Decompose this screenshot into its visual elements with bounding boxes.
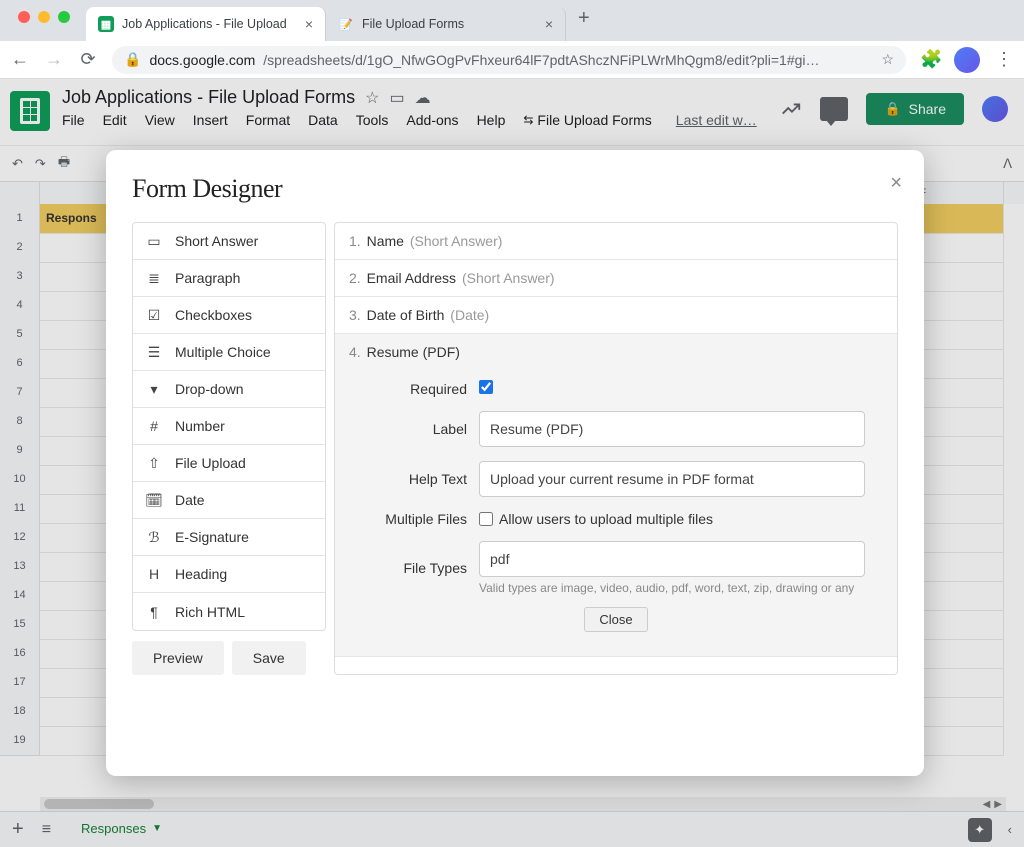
required-checkbox[interactable]	[479, 380, 493, 394]
palette-icon: ≣	[145, 269, 163, 287]
form-designer-dialog: Form Designer × ▭ Short Answer ≣ Paragraph ☑…	[106, 150, 924, 776]
fullscreen-window-button[interactable]	[58, 11, 70, 23]
label-label: Label	[367, 421, 467, 437]
palette-item[interactable]: ℬ E-Signature	[133, 519, 325, 556]
palette-item[interactable]: ¶ Rich HTML	[133, 593, 325, 630]
field-item[interactable]: 2. Email Address (Short Answer)	[335, 260, 897, 297]
multifiles-label: Multiple Files	[367, 511, 467, 527]
extensions-icon[interactable]: 🧩	[920, 49, 940, 70]
file-types-hint: Valid types are image, video, audio, pdf…	[479, 581, 865, 595]
close-window-button[interactable]	[18, 11, 30, 23]
tab-title: File Upload Forms	[362, 17, 464, 31]
palette-icon: ☰	[145, 343, 163, 361]
tab-close-icon[interactable]: ×	[305, 16, 313, 32]
window-controls	[18, 11, 70, 23]
help-text-input[interactable]	[479, 461, 865, 497]
address-bar: ← → ⟳ 🔒 docs.google.com /spreadsheets/d/…	[0, 41, 1024, 79]
palette-item[interactable]: ≣ Paragraph	[133, 260, 325, 297]
field-item[interactable]: 1. Name (Short Answer)	[335, 223, 897, 260]
browser-tabstrip: ▦ Job Applications - File Upload × 📝 Fil…	[0, 0, 1024, 41]
palette-item[interactable]: ☑ Checkboxes	[133, 297, 325, 334]
required-label: Required	[367, 381, 467, 397]
palette-item[interactable]: ☰ Multiple Choice	[133, 334, 325, 371]
palette-icon: ▾	[145, 380, 163, 398]
palette-label: File Upload	[175, 455, 246, 471]
palette-icon: 🗓	[145, 491, 163, 509]
palette-label: Paragraph	[175, 270, 240, 286]
palette-item[interactable]: ▭ Short Answer	[133, 223, 325, 260]
field-item-active[interactable]: 4. Resume (PDF) Required Label Help Text	[335, 334, 897, 657]
field-label-input[interactable]	[479, 411, 865, 447]
palette-icon: ¶	[145, 603, 163, 621]
star-icon[interactable]: ☆	[881, 51, 894, 68]
tab-close-icon[interactable]: ×	[545, 16, 553, 32]
palette-icon: ▭	[145, 232, 163, 250]
multiple-files-checkbox[interactable]	[479, 512, 493, 526]
palette-icon: H	[145, 565, 163, 583]
menu-icon[interactable]: ⋮	[994, 49, 1014, 70]
dialog-close-button[interactable]: ×	[890, 172, 902, 195]
field-type-palette: ▭ Short Answer ≣ Paragraph ☑ Checkboxes ☰ Multi…	[132, 222, 326, 631]
forms-favicon-icon: 📝	[338, 16, 354, 32]
url-path: /spreadsheets/d/1gO_NfwGOgPvFhxeur64lF7p…	[263, 52, 819, 68]
tab-title: Job Applications - File Upload	[122, 17, 287, 31]
palette-label: Rich HTML	[175, 604, 245, 620]
palette-icon: #	[145, 417, 163, 435]
palette-label: Multiple Choice	[175, 344, 271, 360]
palette-label: Short Answer	[175, 233, 258, 249]
palette-item[interactable]: # Number	[133, 408, 325, 445]
palette-label: Date	[175, 492, 205, 508]
palette-item[interactable]: ⇧ File Upload	[133, 445, 325, 482]
field-close-button[interactable]: Close	[584, 607, 647, 632]
field-properties: Required Label Help Text Multiple Files	[349, 360, 883, 646]
dialog-title: Form Designer	[132, 174, 898, 204]
palette-icon: ⇧	[145, 454, 163, 472]
palette-item[interactable]: 🗓 Date	[133, 482, 325, 519]
back-button[interactable]: ←	[10, 49, 30, 70]
palette-icon: ☑	[145, 306, 163, 324]
palette-label: Heading	[175, 566, 227, 582]
field-item[interactable]: 3. Date of Birth (Date)	[335, 297, 897, 334]
palette-label: Checkboxes	[175, 307, 252, 323]
lock-icon: 🔒	[124, 51, 141, 68]
palette-label: Number	[175, 418, 225, 434]
palette-item[interactable]: H Heading	[133, 556, 325, 593]
preview-button[interactable]: Preview	[132, 641, 224, 675]
palette-label: E-Signature	[175, 529, 249, 545]
file-types-input[interactable]	[479, 541, 865, 577]
browser-tab-inactive[interactable]: 📝 File Upload Forms ×	[326, 7, 566, 41]
browser-tab-active[interactable]: ▦ Job Applications - File Upload ×	[86, 7, 326, 41]
helptext-label: Help Text	[367, 471, 467, 487]
omnibox[interactable]: 🔒 docs.google.com /spreadsheets/d/1gO_Nf…	[112, 46, 906, 74]
reload-button[interactable]: ⟳	[78, 49, 98, 70]
profile-avatar[interactable]	[954, 47, 980, 73]
filetypes-label: File Types	[367, 560, 467, 576]
multiple-files-text: Allow users to upload multiple files	[499, 511, 713, 527]
palette-item[interactable]: ▾ Drop-down	[133, 371, 325, 408]
palette-label: Drop-down	[175, 381, 243, 397]
url-host: docs.google.com	[149, 52, 255, 68]
new-tab-button[interactable]: +	[566, 7, 602, 30]
save-button[interactable]: Save	[232, 641, 306, 675]
form-fields-list: 1. Name (Short Answer) 2. Email Address …	[334, 222, 898, 675]
sheets-favicon-icon: ▦	[98, 16, 114, 32]
palette-icon: ℬ	[145, 528, 163, 546]
forward-button[interactable]: →	[44, 49, 64, 70]
minimize-window-button[interactable]	[38, 11, 50, 23]
